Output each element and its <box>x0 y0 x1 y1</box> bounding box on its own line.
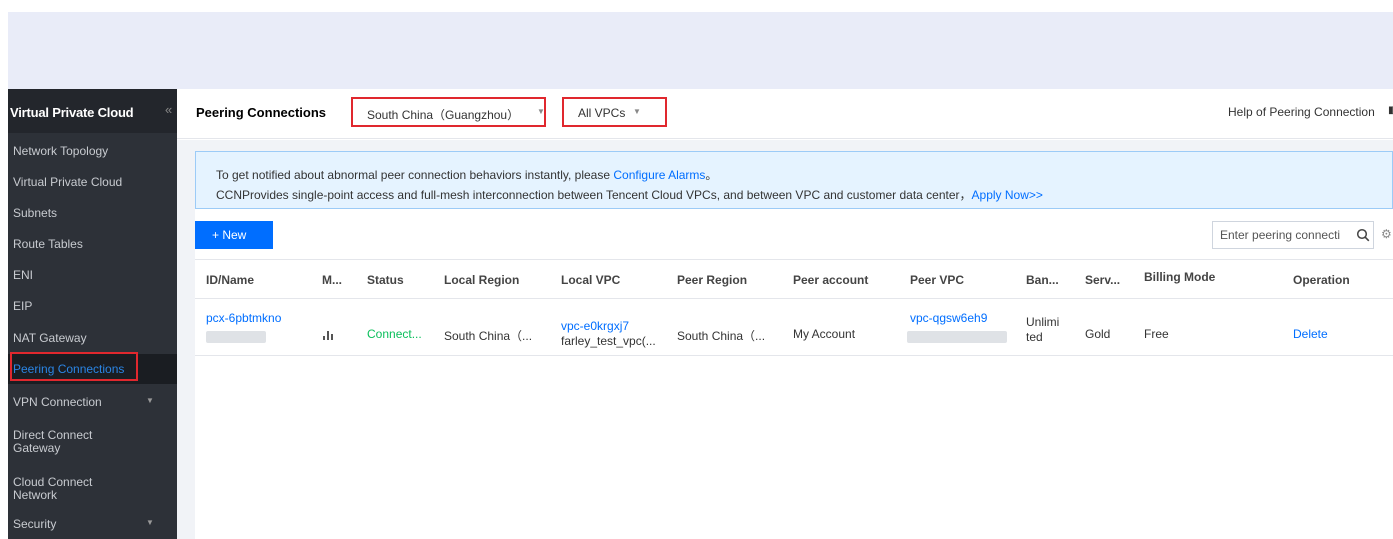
sidebar-item-security[interactable]: Security ▼ <box>8 509 177 539</box>
column-header: Operation <box>1293 273 1350 287</box>
configure-alarms-link[interactable]: Configure Alarms <box>613 168 705 182</box>
search-box <box>1212 221 1374 249</box>
chevron-down-icon: ▼ <box>146 396 154 405</box>
table-header-row: ID/Name M... Status Local Region Local V… <box>195 259 1393 299</box>
chevron-down-icon: ▼ <box>537 107 545 116</box>
local-region: South China（... <box>444 329 533 343</box>
column-header: M... <box>322 273 342 287</box>
page-header: Peering Connections South China（Guangzho… <box>177 89 1393 139</box>
sidebar-item-nat-gateway[interactable]: NAT Gateway <box>8 323 177 353</box>
apply-now-link[interactable]: Apply Now>> <box>972 188 1043 202</box>
sidebar-header: Virtual Private Cloud « <box>8 89 177 133</box>
sidebar-item-label: ENI <box>13 268 34 282</box>
content-panel: To get notified about abnormal peer conn… <box>195 151 1393 539</box>
column-header: Local Region <box>444 273 520 287</box>
sidebar-item-label: Cloud Connect Network <box>13 475 93 502</box>
search-input[interactable] <box>1214 223 1349 247</box>
column-header: Serv... <box>1085 273 1121 287</box>
notice-line-1: To get notified about abnormal peer conn… <box>216 168 718 182</box>
service-level: Gold <box>1085 327 1111 341</box>
main-area: To get notified about abnormal peer conn… <box>177 140 1393 539</box>
chevron-down-icon: ▼ <box>146 518 154 527</box>
help-link[interactable]: Help of Peering Connection <box>1228 105 1375 119</box>
column-header: Ban... <box>1026 273 1059 287</box>
delete-link[interactable]: Delete <box>1293 327 1328 341</box>
sidebar-item-label: VPN Connection <box>13 395 102 409</box>
vpc-select[interactable]: All VPCs ▼ <box>562 97 667 127</box>
highlight-box <box>10 352 138 381</box>
sidebar-item-label: Virtual Private Cloud <box>13 175 123 189</box>
vpc-select-value: All VPCs <box>578 106 626 120</box>
sidebar-item-eip[interactable]: EIP <box>8 291 177 321</box>
region-select[interactable]: South China（Guangzhou） ▼ <box>351 97 546 127</box>
region-select-value: South China（Guangzhou） <box>367 108 520 122</box>
sidebar-item-label: Security <box>13 517 57 531</box>
peer-account: My Account <box>793 327 856 341</box>
chevron-down-icon: ▼ <box>633 107 641 116</box>
column-header: Peer VPC <box>910 273 965 287</box>
sidebar-item-vpn-connection[interactable]: VPN Connection ▼ <box>8 387 177 417</box>
column-header: Billing Mode <box>1144 270 1216 284</box>
sidebar-item-subnets[interactable]: Subnets <box>8 198 177 228</box>
peer-region: South China（... <box>677 329 766 343</box>
sidebar-item-route-tables[interactable]: Route Tables <box>8 229 177 259</box>
sidebar-item-direct-connect-gateway[interactable]: Direct Connect Gateway <box>8 427 177 457</box>
new-button-label: + New <box>212 228 247 242</box>
column-header: Local VPC <box>561 273 621 287</box>
bandwidth: Unlimi ted <box>1026 315 1060 344</box>
sidebar-item-label: Direct Connect Gateway <box>13 428 93 455</box>
notice-line-2: CCNProvides single-point access and full… <box>216 188 1043 202</box>
sidebar-item-network-topology[interactable]: Network Topology <box>8 136 177 166</box>
new-button[interactable]: + New <box>195 221 273 249</box>
column-header: Peer account <box>793 273 869 287</box>
local-vpc-link[interactable]: vpc-e0krgxj7 <box>561 319 629 333</box>
sidebar-item-label: EIP <box>13 299 33 313</box>
redacted-name <box>907 331 1007 343</box>
notice-banner: To get notified about abnormal peer conn… <box>195 151 1393 209</box>
monitor-chart-icon[interactable] <box>322 330 333 340</box>
column-header: Peer Region <box>677 273 748 287</box>
sidebar-item-eni[interactable]: ENI <box>8 260 177 290</box>
column-header: ID/Name <box>206 273 255 287</box>
settings-icon[interactable]: ⚙ <box>1381 227 1393 241</box>
status-text: Connect... <box>367 327 422 341</box>
sidebar-item-virtual-private-cloud[interactable]: Virtual Private Cloud <box>8 167 177 197</box>
help-icon[interactable]: ◧ <box>1388 105 1393 116</box>
page-title: Peering Connections <box>196 105 327 120</box>
search-icon[interactable] <box>1356 228 1370 242</box>
sidebar-title: Virtual Private Cloud <box>10 105 134 120</box>
top-banner-area <box>8 12 1393 89</box>
redacted-name <box>206 331 266 343</box>
sidebar: Virtual Private Cloud « Network Topology… <box>8 89 177 539</box>
local-vpc-name: farley_test_vpc(... <box>561 334 656 348</box>
sidebar-item-label: NAT Gateway <box>13 331 87 345</box>
table-row: pcx-6pbtmkno Connect... South China（... … <box>195 299 1393 356</box>
sidebar-item-label: Network Topology <box>13 144 109 158</box>
peering-id-link[interactable]: pcx-6pbtmkno <box>206 311 281 325</box>
column-header: Status <box>367 273 404 287</box>
billing-mode: Free <box>1144 327 1169 341</box>
peer-vpc-link[interactable]: vpc-qgsw6eh9 <box>910 311 987 325</box>
collapse-icon[interactable]: « <box>165 102 172 117</box>
sidebar-item-cloud-connect-network[interactable]: Cloud Connect Network <box>8 474 177 504</box>
sidebar-item-label: Route Tables <box>13 237 83 251</box>
sidebar-item-label: Subnets <box>13 206 58 220</box>
